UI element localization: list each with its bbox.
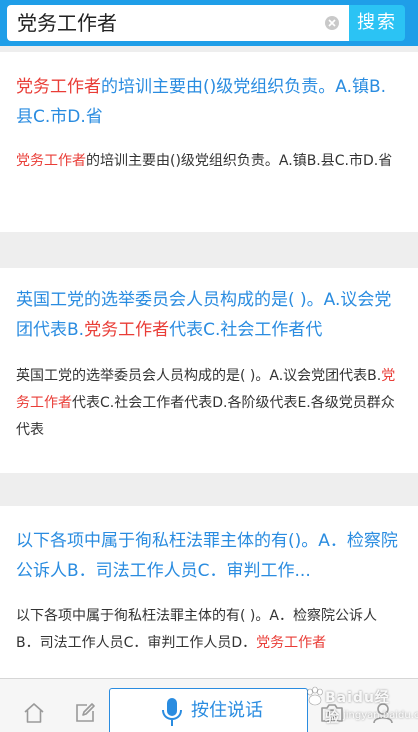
highlight-keyword: 党务工作者 bbox=[16, 77, 101, 97]
highlight-keyword: 党务工作者 bbox=[256, 635, 327, 651]
search-bar: 搜索 bbox=[0, 0, 418, 46]
result-snippet: 英国工党的选举委员会人员构成的是( )。A.议会党团代表B.党务工作者代表C.社… bbox=[16, 363, 400, 444]
title-text: 以下各项中属于徇私枉法罪主体的有()。A．检察院公诉人B．司法工作人员C．审判工… bbox=[16, 531, 398, 581]
result-snippet: 党务工作者的培训主要由()级党组织负责。A.镇B.县C.市D.省 bbox=[16, 148, 400, 175]
title-text: 代表C.社会工作者代 bbox=[169, 320, 323, 340]
result-card-3[interactable]: 以下各项中属于徇私枉法罪主体的有()。A．检察院公诉人B．司法工作人员C．审判工… bbox=[0, 506, 418, 678]
edit-icon[interactable] bbox=[73, 701, 97, 725]
result-card-2[interactable]: 英国工党的选举委员会人员构成的是( )。A.议会党团代表B.党务工作者代表C.社… bbox=[0, 268, 418, 473]
result-title[interactable]: 党务工作者的培训主要由()级党组织负责。A.镇B.县C.市D.省 bbox=[16, 72, 402, 132]
search-input[interactable] bbox=[17, 5, 317, 41]
baidu-jingyan-watermark: Baidu经验 jingyan.baidu.com bbox=[298, 680, 418, 732]
highlight-keyword: 党务工作者 bbox=[84, 320, 170, 340]
highlight-keyword: 党务工作者 bbox=[16, 153, 86, 169]
watermark-subtext: jingyan.baidu.com bbox=[343, 710, 418, 721]
watermark-text: Baidu经验 bbox=[325, 690, 390, 726]
result-title[interactable]: 以下各项中属于徇私枉法罪主体的有()。A．检察院公诉人B．司法工作人员C．审判工… bbox=[16, 526, 402, 586]
snippet-text: 的培训主要由()级党组织负责。A.镇B.县C.市D.省 bbox=[86, 153, 393, 169]
home-icon[interactable] bbox=[22, 701, 46, 725]
search-box[interactable] bbox=[7, 5, 349, 41]
voice-input-label: 按住说话 bbox=[191, 700, 263, 721]
microphone-icon bbox=[162, 698, 182, 730]
voice-input-button[interactable]: 按住说话 bbox=[109, 688, 308, 732]
result-title[interactable]: 英国工党的选举委员会人员构成的是( )。A.议会党团代表B.党务工作者代表C.社… bbox=[16, 285, 402, 345]
result-card-1[interactable]: 党务工作者的培训主要由()级党组织负责。A.镇B.县C.市D.省 党务工作者的培… bbox=[0, 52, 418, 232]
baidu-paw-icon bbox=[307, 686, 323, 706]
result-snippet: 以下各项中属于徇私枉法罪主体的有( )。A．检察院公诉人B．司法工作人员C．审判… bbox=[16, 603, 400, 657]
snippet-text: 代表C.社会工作者代表D.各阶级代表E.各级党员群众代表 bbox=[16, 395, 395, 438]
snippet-text: 英国工党的选举委员会人员构成的是( )。A.议会党团代表B. bbox=[16, 368, 382, 384]
clear-icon[interactable] bbox=[325, 16, 339, 30]
search-button[interactable]: 搜索 bbox=[349, 5, 405, 41]
